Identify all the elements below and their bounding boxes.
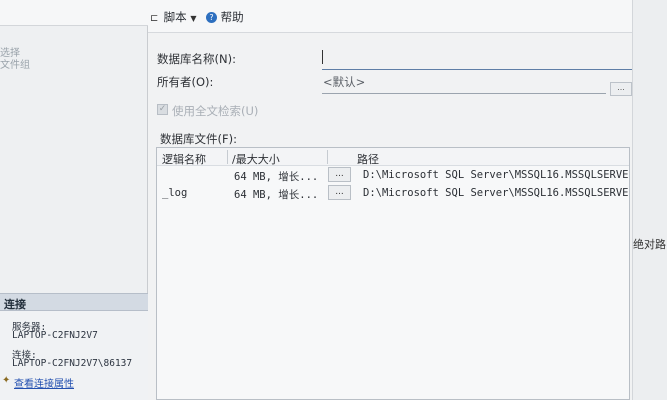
row-path[interactable]: D:\Microsoft SQL Server\MSSQL16.MSSQLSER…	[363, 169, 629, 181]
owner-value[interactable]: <默认>	[323, 74, 365, 90]
connection-header: 连接	[0, 293, 148, 311]
db-name-label: 数据库名称(N):	[157, 52, 236, 66]
db-files-grid: 逻辑名称 /最大大小 路径 64 MB, 增长... ... D:\Micros…	[156, 147, 630, 400]
right-scroll-area	[632, 0, 667, 400]
main-pane: ⊏ 脚本 ▼ ? 帮助 ▭ 数据库名称(N): 所有者(O): <默认> ...…	[148, 0, 667, 400]
db-files-label: 数据库文件(F):	[160, 132, 237, 146]
help-label: 帮助	[220, 10, 244, 24]
grid-header: 逻辑名称 /最大大小 路径	[157, 148, 629, 166]
size-browse-button[interactable]: ...	[328, 185, 351, 200]
column-divider	[327, 150, 328, 164]
absolute-path-label: 绝对路	[633, 238, 666, 251]
table-row[interactable]: _log 64 MB, 增长... ... D:\Microsoft SQL S…	[157, 184, 629, 202]
owner-browse-button[interactable]: ...	[610, 82, 632, 96]
row-size[interactable]: 64 MB, 增长...	[234, 187, 318, 202]
col-max-size[interactable]: /最大大小	[232, 151, 280, 167]
owner-label: 所有者(O):	[157, 75, 214, 89]
col-logical-name[interactable]: 逻辑名称	[162, 151, 206, 167]
col-path[interactable]: 路径	[357, 151, 379, 167]
row-logical-name[interactable]: _log	[162, 187, 187, 199]
left-pane-header	[0, 0, 148, 26]
connection-panel: 服务器: LAPTOP-C2FNJ2V7 连接: LAPTOP-C2FNJ2V7…	[0, 311, 148, 400]
text-cursor	[322, 50, 323, 64]
fulltext-checkbox[interactable]: ✓	[157, 104, 168, 115]
script-button[interactable]: ⊏ 脚本 ▼	[150, 9, 196, 25]
connection-value: LAPTOP-C2FNJ2V7\86137	[12, 358, 133, 369]
row-path[interactable]: D:\Microsoft SQL Server\MSSQL16.MSSQLSER…	[363, 187, 629, 199]
left-item-filegroups[interactable]: 文件组	[0, 56, 30, 71]
db-name-underline	[322, 69, 632, 70]
view-connection-properties-link[interactable]: ✦ 查看连接属性	[2, 375, 74, 390]
db-name-input[interactable]	[322, 48, 632, 66]
view-connection-properties-label: 查看连接属性	[14, 379, 74, 390]
properties-icon: ✦	[2, 375, 11, 386]
fulltext-label: 使用全文检索(U)	[172, 104, 259, 118]
size-browse-button[interactable]: ...	[328, 167, 351, 182]
column-divider	[227, 150, 228, 164]
script-label: 脚本	[163, 10, 187, 24]
owner-underline	[322, 93, 606, 94]
left-pane: 选择 文件组 连接 服务器: LAPTOP-C2FNJ2V7 连接: LAPTO…	[0, 0, 148, 400]
row-size[interactable]: 64 MB, 增长...	[234, 169, 318, 184]
help-button[interactable]: ? 帮助	[206, 9, 244, 25]
chevron-down-icon: ▼	[190, 14, 197, 23]
toolbar: ⊏ 脚本 ▼ ? 帮助 ▭	[148, 0, 667, 33]
server-value: LAPTOP-C2FNJ2V7	[12, 330, 98, 341]
help-icon: ?	[206, 12, 217, 23]
script-icon: ⊏	[150, 13, 159, 24]
table-row[interactable]: 64 MB, 增长... ... D:\Microsoft SQL Server…	[157, 166, 629, 184]
